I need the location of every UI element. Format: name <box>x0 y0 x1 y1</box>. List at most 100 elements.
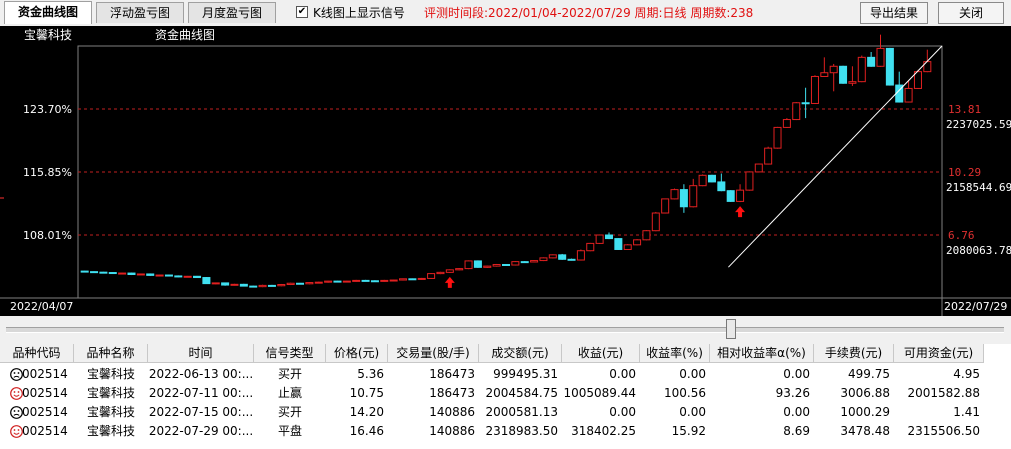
scroll-thumb[interactable] <box>726 319 736 339</box>
candle-body <box>520 261 529 264</box>
candle-body <box>539 257 548 262</box>
candle-body <box>885 47 894 86</box>
col-signal[interactable]: 信号类型 <box>254 344 326 363</box>
right-price-label: 6.76 <box>948 229 975 242</box>
cell-volume: 186473 <box>429 367 475 381</box>
col-price[interactable]: 价格(元) <box>326 344 388 363</box>
candle-body <box>127 272 136 275</box>
candle-body <box>174 275 183 278</box>
cell-amount: 2004584.75 <box>485 386 558 400</box>
col-fee[interactable]: 手续费(元) <box>814 344 894 363</box>
candle-body <box>745 171 754 191</box>
cell-name: 宝馨科技 <box>86 405 135 419</box>
candle-body <box>689 185 698 208</box>
candle-body <box>492 263 501 267</box>
scroll-track[interactable] <box>6 327 1004 333</box>
table-row[interactable]: 002514 宝馨科技 2022-07-11 00:... 止赢 10.75 186473… <box>0 384 1011 403</box>
cell-code: 002514 <box>22 367 68 381</box>
cell-cash: 4.95 <box>953 367 980 381</box>
cell-fee: 499.75 <box>848 367 890 381</box>
chart-scrollbar[interactable] <box>0 318 1011 342</box>
candle-body <box>726 190 735 202</box>
chart-canvas: 宝馨科技 资金曲线图 123.70% 115.85% 108.01% 13.81… <box>0 27 1011 316</box>
candle-body <box>399 278 408 281</box>
candle-body <box>164 274 173 277</box>
cell-profit: 1005089.44 <box>563 386 636 400</box>
cell-amount: 2318983.50 <box>485 424 558 438</box>
col-cash[interactable]: 可用资金(元) <box>894 344 984 363</box>
signals-layer <box>444 206 746 288</box>
candle-body <box>342 280 351 283</box>
candle-body <box>249 285 258 288</box>
buy-signal-arrow-icon <box>444 276 455 288</box>
candle-body <box>764 147 773 165</box>
candle-body <box>99 271 108 274</box>
candle-body <box>792 102 801 121</box>
tab-monthly-pnl[interactable]: 月度盈亏图 <box>188 2 276 23</box>
candle-body <box>118 272 127 275</box>
cell-price: 16.46 <box>349 424 384 438</box>
cell-alpha: 0.00 <box>783 405 810 419</box>
buy-signal-arrow-icon <box>735 206 746 218</box>
kline-signal-label: K线图上显示信号 <box>313 6 405 20</box>
col-profit[interactable]: 收益(元) <box>562 344 640 363</box>
candle-body <box>633 239 642 246</box>
candle-body <box>754 163 763 173</box>
equity-curve-line <box>728 45 943 268</box>
tab-equity-curve[interactable]: 资金曲线图 <box>4 1 92 24</box>
cell-cash: 2315506.50 <box>907 424 980 438</box>
table-row[interactable]: 002514 宝馨科技 2022-07-15 00:... 买开 14.20 140886… <box>0 403 1011 422</box>
cell-amount: 999495.31 <box>493 367 558 381</box>
candle-body <box>586 242 595 252</box>
candle-body <box>445 269 454 273</box>
candle-body <box>286 282 295 286</box>
cell-rate: 0.00 <box>679 405 706 419</box>
cell-profit: 0.00 <box>609 405 636 419</box>
candle-body <box>90 271 99 274</box>
cell-price: 10.75 <box>349 386 384 400</box>
cell-rate: 100.56 <box>664 386 706 400</box>
cell-cash: 2001582.88 <box>907 386 980 400</box>
col-alpha[interactable]: 相对收益率α(%) <box>710 344 814 363</box>
col-amount[interactable]: 成交额(元) <box>479 344 562 363</box>
right-price-label: 10.29 <box>948 166 981 179</box>
candle-body <box>473 260 482 268</box>
candle-body <box>717 181 726 192</box>
cell-signal: 止赢 <box>277 386 302 400</box>
close-button[interactable]: 关闭 <box>938 2 1004 24</box>
candle-body <box>230 283 239 286</box>
col-name[interactable]: 品种名称 <box>74 344 148 363</box>
col-code[interactable]: 品种代码 <box>0 344 74 363</box>
candle-body <box>202 277 211 285</box>
tab-floating-pnl[interactable]: 浮动盈亏图 <box>96 2 184 23</box>
candle-body <box>829 65 838 74</box>
candle-body <box>483 265 492 268</box>
col-rate[interactable]: 收益率(%) <box>640 344 710 363</box>
table-row[interactable]: 002514 宝馨科技 2022-06-13 00:... 买开 5.36 186473 9… <box>0 365 1011 384</box>
export-button[interactable]: 导出结果 <box>860 2 928 24</box>
kline-signal-checkbox[interactable]: ✔ <box>296 6 308 18</box>
candle-body <box>352 279 361 282</box>
cell-price: 14.20 <box>349 405 384 419</box>
candle-body <box>839 65 848 84</box>
candle-body <box>464 260 473 270</box>
col-time[interactable]: 时间 <box>148 344 254 363</box>
col-volume[interactable]: 交易量(股/手) <box>388 344 479 363</box>
candle-body <box>436 271 445 275</box>
candle-body <box>455 268 464 271</box>
cell-time: 2022-07-11 00:... <box>148 386 254 400</box>
table-row[interactable]: 002514 宝馨科技 2022-07-29 00:... 平盘 16.46 140886… <box>0 422 1011 441</box>
cell-code: 002514 <box>22 424 68 438</box>
candle-body <box>324 280 333 283</box>
candle-body <box>876 47 885 67</box>
left-axis-label: 108.01% <box>23 229 72 242</box>
cell-amount: 2000581.13 <box>485 405 558 419</box>
candle-body <box>773 126 782 149</box>
candle-body <box>595 234 604 244</box>
candle-body <box>623 244 632 250</box>
candle-body <box>305 282 314 285</box>
candles-layer <box>80 34 932 288</box>
candle-body <box>408 278 417 281</box>
cell-fee: 3478.48 <box>840 424 890 438</box>
trade-table: 品种代码 品种名称 时间 信号类型 价格(元) 交易量(股/手) 成交额(元) … <box>0 344 1011 449</box>
